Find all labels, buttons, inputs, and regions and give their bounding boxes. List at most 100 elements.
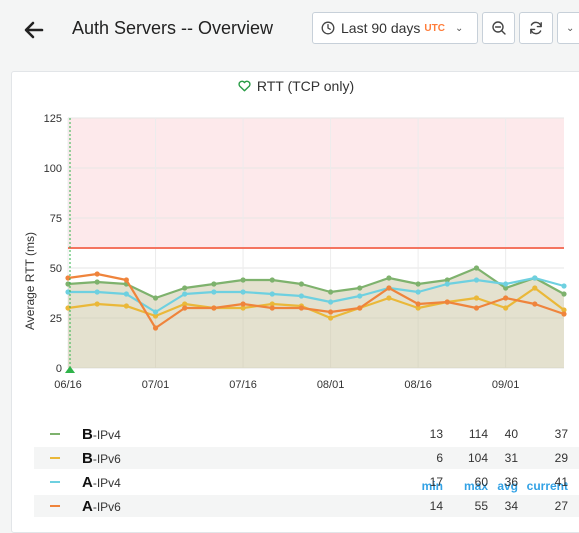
- panel-title: RTT (TCP only): [256, 78, 355, 94]
- legend-row-a-ipv4[interactable]: A-IPv4 17 60 36 41: [34, 471, 579, 493]
- y-tick-label: 125: [44, 113, 62, 125]
- series-point: [327, 289, 334, 295]
- series-point: [357, 305, 363, 311]
- series-point: [415, 301, 421, 307]
- series-point: [211, 305, 217, 311]
- series-point: [94, 271, 100, 277]
- legend-color-swatch[interactable]: [50, 481, 60, 483]
- back-arrow-icon[interactable]: [20, 16, 48, 44]
- series-point: [94, 279, 100, 285]
- series-point: [123, 291, 129, 297]
- zoom-out-button[interactable]: [482, 12, 515, 44]
- legend-current: 29: [554, 451, 568, 465]
- series-point: [327, 299, 334, 305]
- series-point: [152, 295, 159, 301]
- threshold-region: [68, 118, 564, 248]
- legend-series-name[interactable]: A-IPv4: [82, 474, 121, 491]
- legend-color-swatch[interactable]: [50, 457, 60, 459]
- series-point: [152, 325, 159, 331]
- series-point: [298, 305, 305, 311]
- series-point: [298, 293, 305, 299]
- series-point: [473, 305, 480, 311]
- legend-row-b-ipv4[interactable]: B-IPv4 13 114 40 37: [34, 423, 579, 445]
- legend-series-name[interactable]: A-IPv6: [82, 498, 121, 515]
- chevron-down-icon: ⌄: [454, 22, 464, 34]
- legend-avg: 34: [504, 499, 518, 513]
- legend-series-name[interactable]: B-IPv6: [82, 450, 121, 467]
- legend-min: 14: [429, 499, 443, 513]
- time-range-picker[interactable]: Last 90 days UTC ⌄: [312, 12, 478, 44]
- zoom-out-icon: [491, 21, 506, 35]
- series-point: [182, 291, 188, 297]
- series-point: [269, 305, 275, 311]
- legend-color-swatch[interactable]: [50, 433, 60, 435]
- series-point: [415, 289, 421, 295]
- panel-header[interactable]: RTT (TCP only): [12, 72, 579, 100]
- clock-icon: [321, 21, 335, 35]
- rtt-panel: RTT (TCP only) Average RTT (ms) 0 25 50 75 1…: [11, 71, 579, 533]
- y-tick-label: 25: [50, 313, 62, 325]
- dashboard-navbar: Auth Servers -- Overview Last 90 days UT…: [0, 0, 579, 60]
- legend-avg: 36: [504, 475, 518, 489]
- heart-icon: [238, 80, 251, 92]
- legend-max: 55: [474, 499, 488, 513]
- legend-current: 37: [554, 427, 568, 441]
- series-point: [357, 285, 363, 291]
- series-point: [123, 277, 129, 283]
- series-point: [561, 311, 567, 317]
- x-tick-label: 09/01: [492, 379, 520, 391]
- y-tick-label: 50: [50, 263, 62, 275]
- legend-series-name[interactable]: B-IPv4: [82, 426, 121, 443]
- series-point: [269, 277, 275, 283]
- series-point: [561, 291, 567, 297]
- x-tick-label: 06/16: [54, 379, 82, 391]
- y-tick-label: 0: [56, 363, 62, 375]
- series-point: [444, 299, 450, 305]
- refresh-button[interactable]: [519, 12, 553, 44]
- series-point: [94, 289, 100, 295]
- x-tick-label: 07/16: [229, 379, 257, 391]
- legend-min: 13: [429, 427, 443, 441]
- series-point: [269, 291, 275, 297]
- legend-color-swatch[interactable]: [50, 505, 60, 507]
- series-point: [298, 281, 305, 287]
- series-point: [357, 293, 363, 299]
- series-point: [327, 315, 334, 321]
- timezone-label: UTC: [424, 22, 445, 34]
- legend-max: 60: [474, 475, 488, 489]
- series-point: [182, 305, 188, 311]
- series-point: [561, 283, 567, 289]
- series-point: [94, 301, 100, 307]
- dashboard-title[interactable]: Auth Servers -- Overview: [72, 18, 273, 39]
- series-point: [503, 295, 509, 301]
- x-tick-label: 07/01: [142, 379, 170, 391]
- refresh-interval-dropdown[interactable]: ⌄: [557, 12, 579, 44]
- rtt-graph[interactable]: Average RTT (ms) 0 25 50 75 100 125 06/16 07/01…: [12, 100, 579, 420]
- legend-avg: 40: [504, 427, 518, 441]
- series-point: [503, 305, 509, 311]
- legend-row-b-ipv6[interactable]: B-IPv6 6 104 31 29: [34, 447, 579, 469]
- series-point: [211, 281, 217, 287]
- series-point: [473, 277, 480, 283]
- legend-max: 114: [468, 427, 488, 441]
- series-point: [240, 277, 246, 283]
- refresh-icon: [530, 21, 542, 35]
- series-point: [123, 303, 129, 309]
- x-tick-label: 08/16: [404, 379, 432, 391]
- legend-current: 41: [554, 475, 568, 489]
- series-point: [327, 309, 334, 315]
- legend-row-a-ipv6[interactable]: A-IPv6 14 55 34 27: [34, 495, 579, 517]
- x-tick-label: 08/01: [317, 379, 345, 391]
- series-point: [182, 285, 188, 291]
- series-point: [532, 301, 538, 307]
- series-point: [152, 309, 159, 315]
- series-area-fill: [68, 268, 564, 368]
- series-point: [415, 281, 421, 287]
- time-range-label: Last 90 days: [341, 20, 421, 36]
- legend-min: 17: [429, 475, 443, 489]
- series-point: [503, 281, 509, 287]
- series-point: [532, 285, 538, 291]
- y-tick-label: 100: [44, 163, 62, 175]
- series-point: [444, 281, 450, 287]
- series-point: [211, 289, 217, 295]
